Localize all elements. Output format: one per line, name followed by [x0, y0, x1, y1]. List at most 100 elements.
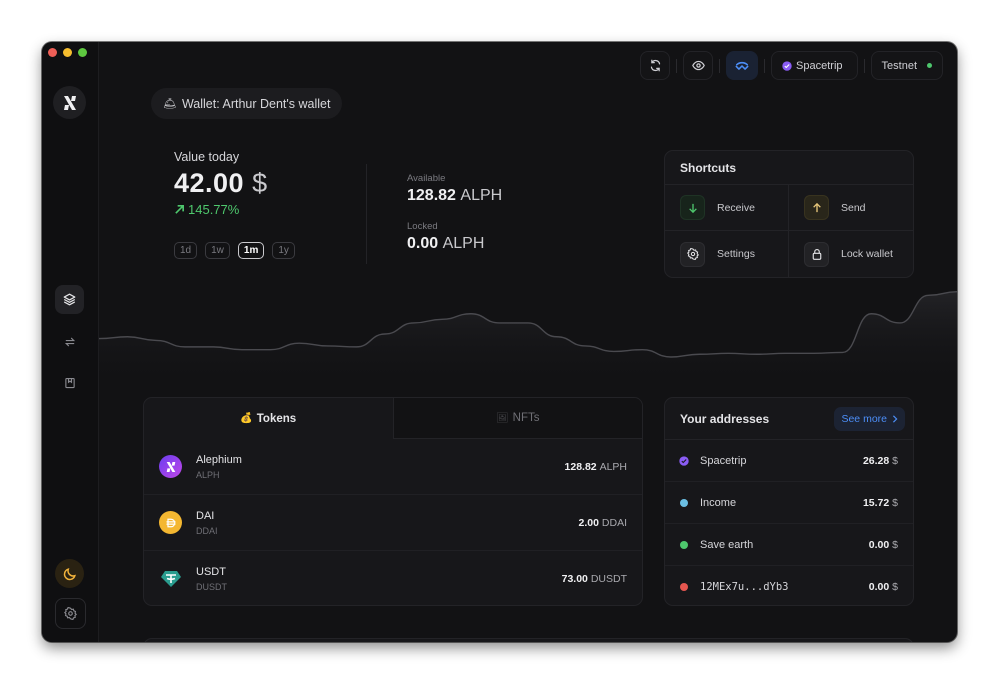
address-label: Spacetrip — [700, 454, 747, 467]
divider — [676, 58, 678, 73]
value-change-percent: 145.77% — [188, 202, 240, 217]
token-symbol: DDAI — [196, 525, 218, 536]
divider — [366, 164, 367, 264]
token-amount-value: 128.82 — [564, 460, 597, 473]
address-row[interactable]: 12MEx7u...dYb3 0.00 $ — [665, 566, 913, 605]
refresh-button[interactable] — [640, 51, 671, 80]
theme-toggle-button[interactable] — [55, 559, 84, 588]
addresses-card: Your addresses See more Spacetrip 26.28 … — [664, 397, 914, 606]
period-1y[interactable]: 1y — [272, 242, 295, 259]
verified-badge-icon — [782, 60, 792, 71]
address-value-currency: $ — [892, 538, 898, 551]
default-address-button[interactable]: Spacetrip — [771, 51, 858, 80]
period-1m[interactable]: 1m — [237, 242, 265, 259]
shortcuts-title: Shortcuts — [665, 151, 913, 185]
sidebar-item-transfers[interactable] — [55, 327, 84, 356]
token-row[interactable]: DAI DDAI 2.00 DDAI — [144, 495, 642, 551]
receive-button[interactable]: Receive — [665, 185, 789, 231]
divider — [719, 58, 721, 73]
receive-label: Receive — [717, 201, 755, 214]
address-value-currency: $ — [892, 580, 898, 593]
shortcuts-card: Shortcuts Receive Send Settings Lock wal… — [664, 150, 914, 278]
wallet-name-pill[interactable]: 🛎 Wallet: Arthur Dent's wallet — [151, 88, 343, 119]
bell-emoji-icon: 🛎 — [163, 98, 177, 110]
sidebar-item-address-book[interactable] — [55, 368, 84, 397]
period-1d[interactable]: 1d — [174, 242, 198, 259]
settings-shortcut-button[interactable]: Settings — [665, 231, 789, 277]
address-row[interactable]: Spacetrip 26.28 $ — [665, 440, 913, 482]
address-value-currency: $ — [892, 496, 898, 509]
period-1w[interactable]: 1w — [205, 242, 230, 259]
dai-token-icon — [159, 511, 182, 534]
arrow-up-right-icon — [175, 205, 184, 214]
wallet-name: Wallet: Arthur Dent's wallet — [181, 96, 331, 111]
address-value-number: 15.72 — [862, 496, 890, 509]
default-address-label: Spacetrip — [796, 59, 843, 72]
settings-label: Settings — [717, 248, 755, 260]
main-content: Spacetrip Testnet 🛎 Wallet: Arthur Dent'… — [99, 42, 957, 642]
sidebar-settings-button[interactable] — [55, 598, 86, 629]
network-selector[interactable]: Testnet — [870, 51, 943, 80]
asset-tabs: 💰 Tokens 🖼 NFTs — [144, 398, 642, 439]
locked-number: 0.00 — [407, 235, 439, 252]
gear-icon — [680, 241, 705, 267]
token-row[interactable]: USDT DUSDT 73.00 DUSDT — [144, 551, 642, 605]
address-value-number: 0.00 — [868, 580, 890, 593]
token-row[interactable]: Alephium ALPH 128.82 ALPH — [144, 439, 642, 495]
address-color-dot — [680, 498, 688, 507]
token-amount: 73.00 DUSDT — [562, 573, 627, 585]
layers-icon — [63, 293, 76, 306]
address-row[interactable]: Income 15.72 $ — [665, 482, 913, 524]
tab-tokens[interactable]: 💰 Tokens — [144, 398, 393, 439]
token-amount: 128.82 ALPH — [565, 461, 627, 473]
arrow-down-icon — [680, 195, 705, 220]
token-symbol: ALPH — [196, 469, 220, 480]
default-address-badge-icon — [679, 455, 689, 466]
network-label: Testnet — [881, 59, 917, 72]
walletconnect-button[interactable] — [726, 51, 759, 80]
send-button[interactable]: Send — [789, 185, 913, 231]
close-window-button[interactable] — [48, 48, 57, 57]
addresses-title: Your addresses — [680, 411, 770, 426]
value-change: 145.77% — [174, 202, 295, 217]
tab-nfts-label: NFTs — [512, 412, 540, 424]
tab-nfts[interactable]: 🖼 NFTs — [392, 398, 642, 439]
bookmark-book-icon — [64, 377, 75, 388]
address-value: 26.28 $ — [863, 455, 898, 467]
send-label: Send — [841, 201, 866, 214]
value-currency: $ — [252, 168, 268, 198]
address-value-number: 26.28 — [862, 454, 890, 467]
see-more-button[interactable]: See more — [834, 406, 905, 431]
lock-wallet-label: Lock wallet — [841, 248, 893, 260]
minimize-window-button[interactable] — [63, 48, 72, 57]
address-row[interactable]: Save earth 0.00 $ — [665, 524, 913, 566]
next-section-card — [143, 638, 914, 642]
address-color-dot — [680, 582, 688, 591]
toggle-privacy-button[interactable] — [683, 51, 714, 80]
balances: Available 128.82 ALPH Locked 0.00 ALPH — [407, 173, 502, 253]
address-value: 15.72 $ — [863, 497, 898, 509]
refresh-icon — [650, 59, 660, 72]
token-name: DAI — [196, 509, 215, 522]
picture-frame-icon: 🖼 — [495, 412, 509, 424]
tether-token-icon — [159, 567, 182, 590]
maximize-window-button[interactable] — [78, 48, 87, 57]
app-window: Spacetrip Testnet 🛎 Wallet: Arthur Dent'… — [42, 42, 957, 642]
portfolio-value: Value today 42.00 $ 145.77% 1d 1w 1m 1y — [174, 150, 295, 259]
token-amount-unit: ALPH — [599, 460, 627, 473]
alephium-token-icon — [159, 455, 182, 478]
divider — [764, 58, 766, 73]
sidebar-item-overview[interactable] — [55, 285, 84, 314]
address-label: Save earth — [700, 538, 754, 551]
address-color-dot — [680, 540, 688, 549]
available-amount: 128.82 ALPH — [407, 187, 502, 205]
token-amount-value: 2.00 — [578, 516, 599, 529]
address-value-number: 0.00 — [868, 538, 890, 551]
top-bar: Spacetrip Testnet — [640, 51, 943, 80]
divider — [863, 58, 865, 73]
see-more-label: See more — [841, 412, 887, 425]
token-amount-value: 73.00 — [561, 572, 588, 585]
lock-wallet-button[interactable]: Lock wallet — [789, 231, 913, 277]
network-status-dot — [927, 63, 932, 68]
available-unit: ALPH — [460, 187, 503, 204]
